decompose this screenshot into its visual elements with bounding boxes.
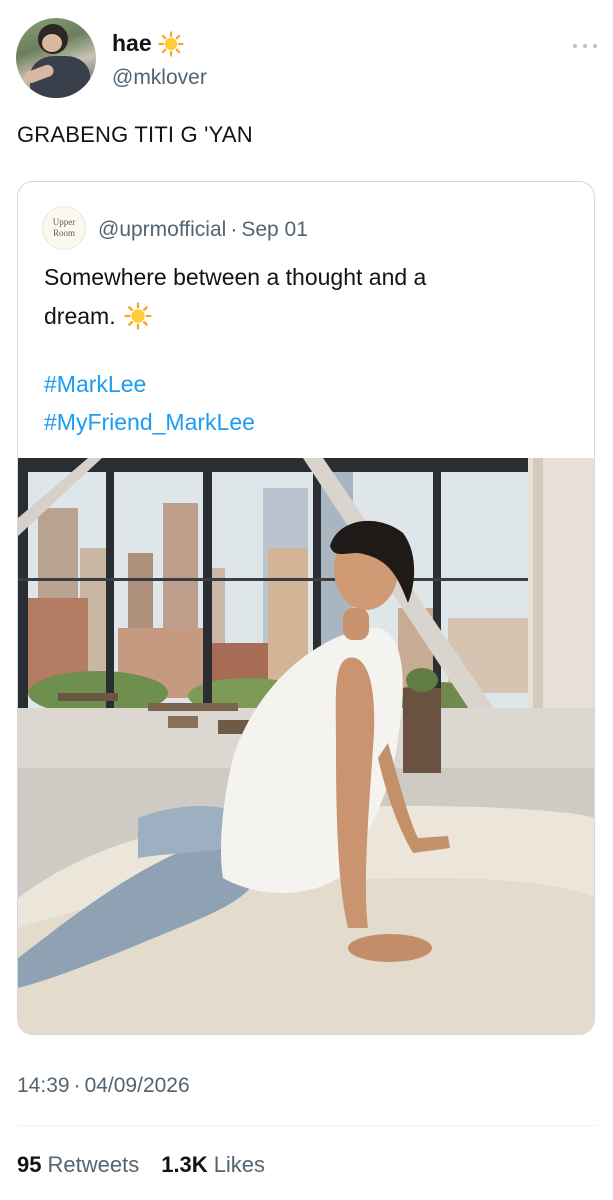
tweet: hae @mklover GRABENG TITI G 'YAN Upper R… (0, 0, 613, 1200)
likes-stat[interactable]: 1.3K Likes (161, 1152, 265, 1178)
tweet-timestamp[interactable]: 14:39 · 04/09/2026 (17, 1074, 190, 1098)
sun-emoji-icon (124, 302, 152, 342)
retweets-stat[interactable]: 95 Retweets (17, 1152, 139, 1178)
avatar-logo-line2: Room (52, 228, 75, 238)
quoted-tweet-card[interactable]: Upper Room @uprmofficial · Sep 01 Somewher… (17, 181, 595, 1035)
more-options-icon[interactable] (573, 36, 597, 56)
quoted-text: Somewhere between a thought and a dream. (44, 258, 574, 342)
likes-count: 1.3K (161, 1152, 208, 1177)
timestamp-date: 04/09/2026 (84, 1074, 190, 1097)
quoted-text-line2-wrap: dream. (44, 297, 574, 342)
divider (17, 1125, 597, 1126)
author-name-text: hae (112, 30, 152, 56)
timestamp-separator: · (73, 1074, 81, 1097)
quoted-date[interactable]: Sep 01 (241, 218, 308, 241)
quoted-author-handle[interactable]: @uprmofficial (98, 218, 226, 241)
author-handle[interactable]: @mklover (112, 66, 207, 90)
quoted-author-meta: @uprmofficial · Sep 01 (98, 218, 308, 242)
author-avatar[interactable] (16, 18, 96, 98)
quoted-text-line1: Somewhere between a thought and a (44, 264, 427, 290)
meta-separator: · (230, 218, 238, 241)
engagement-stats: 95 Retweets 1.3K Likes (17, 1152, 265, 1178)
timestamp-time: 14:39 (17, 1074, 70, 1097)
hashtag-marklee[interactable]: #MarkLee (44, 371, 146, 398)
quoted-media-photo[interactable] (18, 458, 594, 1034)
quoted-text-line2: dream. (44, 303, 116, 329)
likes-label: Likes (213, 1152, 266, 1177)
quoted-author-avatar[interactable]: Upper Room (42, 206, 86, 250)
hashtag-myfriend-marklee[interactable]: #MyFriend_MarkLee (44, 409, 255, 436)
retweets-label: Retweets (47, 1152, 140, 1177)
tweet-text: GRABENG TITI G 'YAN (17, 122, 253, 147)
author-display-name[interactable]: hae (112, 30, 184, 57)
retweets-count: 95 (17, 1152, 42, 1177)
avatar-logo-line1: Upper (52, 217, 76, 227)
sun-emoji-icon (158, 30, 184, 57)
photo-illustration (18, 458, 594, 1034)
